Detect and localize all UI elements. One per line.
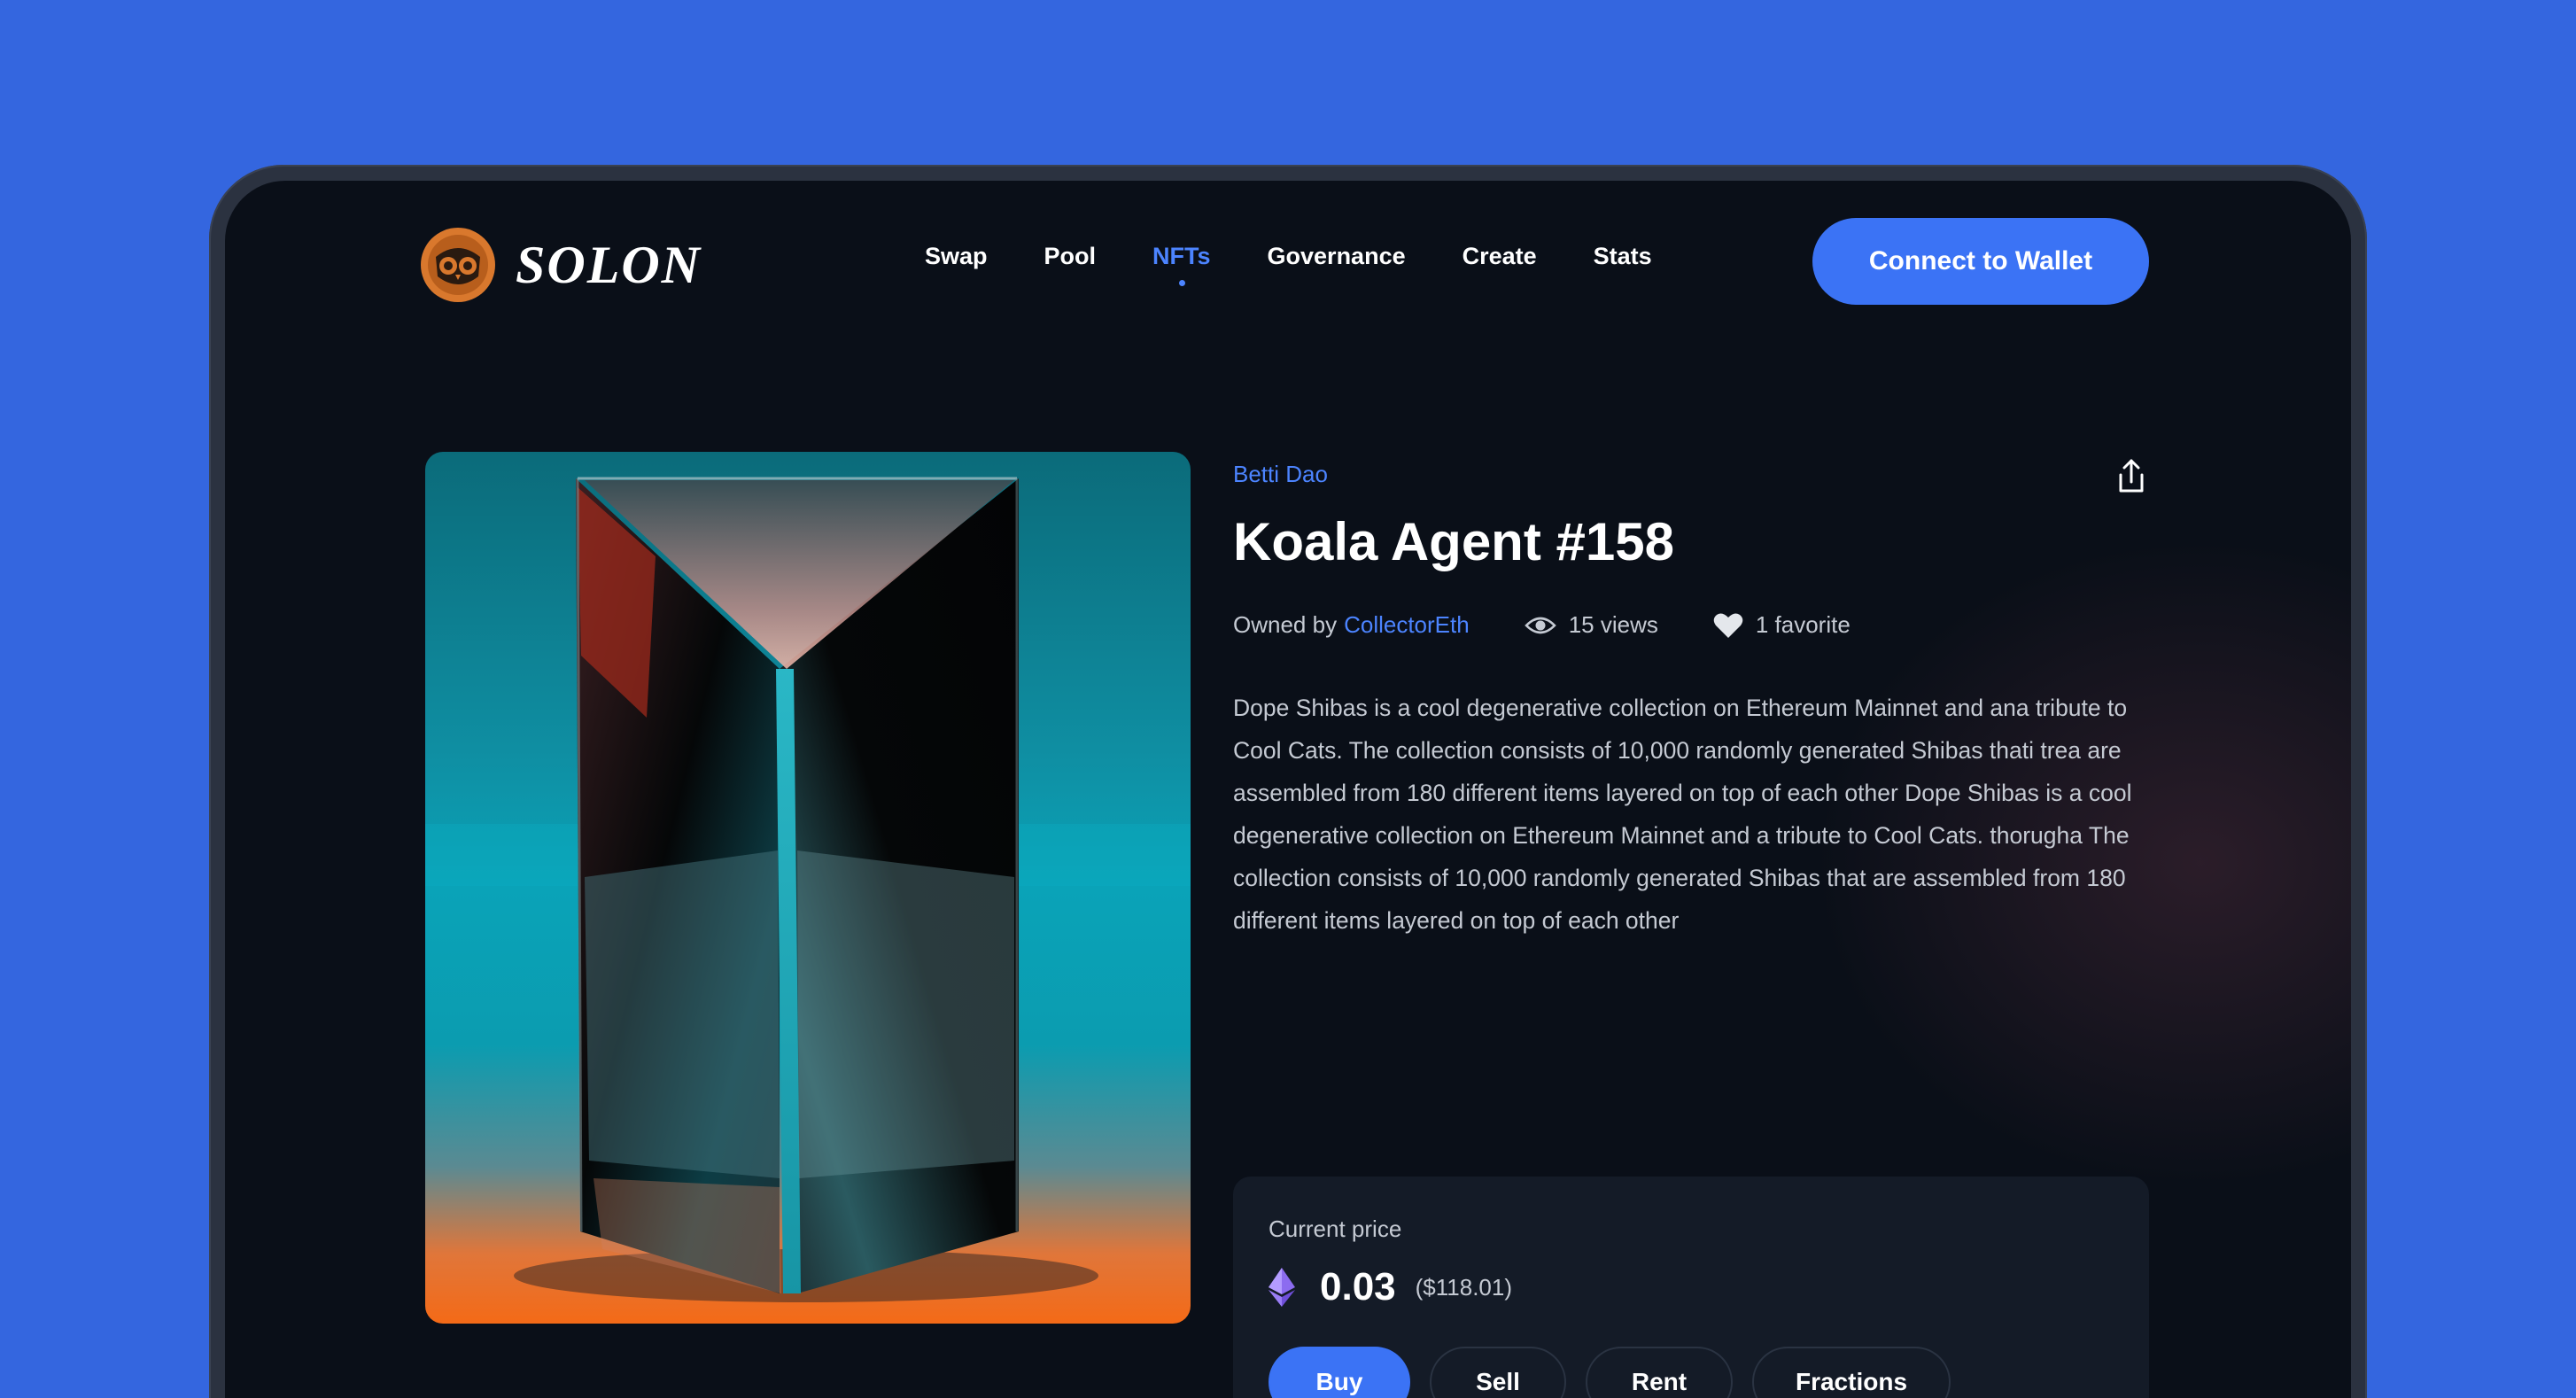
price-card: Current price 0.03 ($118.01) Buy Sell Re… bbox=[1233, 1177, 2149, 1398]
nft-meta: Owned by CollectorEth 15 views 1 favorit… bbox=[1233, 611, 2149, 639]
top-nav: SOLON Swap Pool NFTs Governance Create S… bbox=[225, 181, 2351, 358]
nav-swap[interactable]: Swap bbox=[925, 243, 988, 270]
price-value: 0.03 bbox=[1320, 1265, 1396, 1309]
rent-button[interactable]: Rent bbox=[1586, 1347, 1733, 1398]
nav-create[interactable]: Create bbox=[1463, 243, 1537, 270]
owner-link[interactable]: CollectorEth bbox=[1344, 611, 1470, 639]
nav-governance[interactable]: Governance bbox=[1268, 243, 1406, 270]
current-price-label: Current price bbox=[1269, 1215, 1402, 1242]
nft-artwork bbox=[425, 452, 1191, 1324]
nav-create-label: Create bbox=[1462, 243, 1537, 269]
nav-pool-label: Pool bbox=[1044, 243, 1097, 269]
nft-details: Betti Dao Koala Agent #158 Owned by Coll… bbox=[1233, 452, 2149, 966]
trade-actions: Buy Sell Rent Fractions bbox=[1269, 1347, 1951, 1398]
page-background: SOLON Swap Pool NFTs Governance Create S… bbox=[0, 0, 2576, 1398]
nav-pool[interactable]: Pool bbox=[1044, 243, 1097, 270]
sell-button[interactable]: Sell bbox=[1430, 1347, 1566, 1398]
connect-wallet-button[interactable]: Connect to Wallet bbox=[1812, 218, 2149, 305]
nav-governance-label: Governance bbox=[1267, 243, 1406, 269]
nav-nfts[interactable]: NFTs bbox=[1152, 243, 1211, 286]
prism-artwork-image bbox=[425, 452, 1191, 1324]
views-count: 15 views bbox=[1524, 611, 1658, 639]
eye-icon bbox=[1524, 617, 1556, 633]
brand-name: SOLON bbox=[516, 235, 702, 294]
device-frame: SOLON Swap Pool NFTs Governance Create S… bbox=[209, 165, 2367, 1398]
nft-description: Dope Shibas is a cool degenerative colle… bbox=[1233, 695, 2132, 934]
owned-by-label: Owned by bbox=[1233, 611, 1338, 638]
ethereum-icon bbox=[1269, 1268, 1295, 1307]
owl-logo-icon bbox=[421, 228, 495, 302]
nav-nfts-label: NFTs bbox=[1152, 243, 1211, 269]
brand-logo[interactable]: SOLON bbox=[420, 227, 702, 303]
price-row: 0.03 ($118.01) bbox=[1269, 1265, 1512, 1309]
favorites-count[interactable]: 1 favorite bbox=[1713, 611, 1851, 639]
nav-swap-label: Swap bbox=[925, 243, 988, 269]
main-nav: Swap Pool NFTs Governance Create Stats bbox=[925, 243, 1709, 286]
buy-button[interactable]: Buy bbox=[1269, 1347, 1410, 1398]
nft-title: Koala Agent #158 bbox=[1233, 512, 1674, 571]
heart-icon bbox=[1713, 613, 1743, 638]
favorites-label: 1 favorite bbox=[1755, 611, 1851, 638]
active-indicator-dot bbox=[1178, 280, 1185, 286]
collection-link[interactable]: Betti Dao bbox=[1233, 461, 1328, 488]
app-screen: SOLON Swap Pool NFTs Governance Create S… bbox=[225, 181, 2351, 1398]
nav-stats[interactable]: Stats bbox=[1594, 243, 1652, 270]
nav-stats-label: Stats bbox=[1593, 243, 1652, 269]
views-label: 15 views bbox=[1568, 611, 1658, 638]
fractions-button[interactable]: Fractions bbox=[1752, 1347, 1951, 1398]
price-usd: ($118.01) bbox=[1415, 1273, 1513, 1301]
share-icon[interactable] bbox=[2114, 457, 2149, 496]
